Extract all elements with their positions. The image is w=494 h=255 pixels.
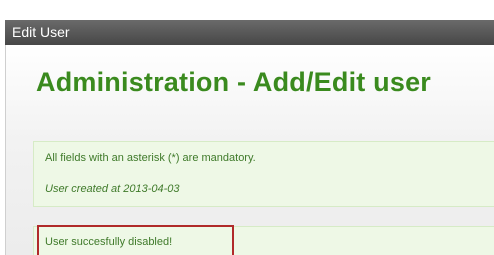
success-message-box: User succesfully disabled! [33,226,494,255]
window-titlebar: Edit User [5,20,494,45]
info-notice: All fields with an asterisk (*) are mand… [33,141,494,207]
page-title: Administration - Add/Edit user [36,67,432,97]
window-title: Edit User [12,24,70,40]
success-message: User succesfully disabled! [45,236,173,248]
mandatory-fields-note: All fields with an asterisk (*) are mand… [45,152,256,164]
user-created-date: User created at 2013-04-03 [45,183,180,195]
